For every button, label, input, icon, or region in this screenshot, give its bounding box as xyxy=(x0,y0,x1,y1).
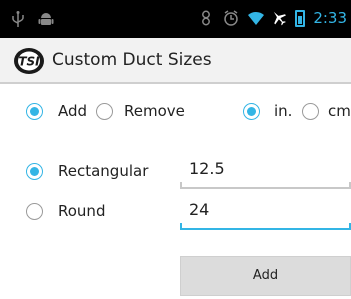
status-bar: 2:33 xyxy=(0,0,351,38)
rectangular-shape-label[interactable]: Rectangular xyxy=(58,162,148,180)
airplane-icon xyxy=(271,9,287,27)
rectangular-size-underline xyxy=(180,187,351,189)
wifi-icon xyxy=(247,9,265,27)
cm-unit-radio[interactable] xyxy=(302,103,319,120)
sync-icon xyxy=(199,9,215,27)
page-title: Custom Duct Sizes xyxy=(52,50,212,70)
action-bar: TSI Custom Duct Sizes xyxy=(0,38,351,84)
svg-text:TSI: TSI xyxy=(18,55,40,69)
status-bar-right: 2:33 xyxy=(199,9,347,27)
add-mode-label[interactable]: Add xyxy=(58,102,87,120)
battery-icon xyxy=(295,9,306,27)
remove-mode-label[interactable]: Remove xyxy=(124,102,185,120)
inches-unit-radio[interactable] xyxy=(243,103,260,120)
remove-mode-radio[interactable] xyxy=(96,103,113,120)
status-bar-left xyxy=(10,10,54,28)
round-size-tick-left xyxy=(180,223,182,229)
add-mode-radio[interactable] xyxy=(26,103,43,120)
add-button[interactable]: Add xyxy=(180,256,351,296)
rectangular-shape-radio[interactable] xyxy=(26,163,43,180)
rectangular-size-input[interactable]: 12.5 xyxy=(180,153,351,187)
android-debug-icon xyxy=(38,10,54,28)
cm-unit-label[interactable]: cm xyxy=(328,102,351,120)
round-size-underline xyxy=(180,228,351,230)
alarm-icon xyxy=(223,9,239,27)
round-size-input[interactable]: 24 xyxy=(180,194,351,228)
rectangular-size-tick-left xyxy=(180,182,182,188)
usb-icon xyxy=(10,10,26,28)
round-shape-radio[interactable] xyxy=(26,203,43,220)
tsi-logo-icon[interactable]: TSI xyxy=(13,47,45,75)
inches-unit-label[interactable]: in. xyxy=(274,102,292,120)
round-shape-label[interactable]: Round xyxy=(58,202,105,220)
status-time: 2:33 xyxy=(313,9,347,27)
